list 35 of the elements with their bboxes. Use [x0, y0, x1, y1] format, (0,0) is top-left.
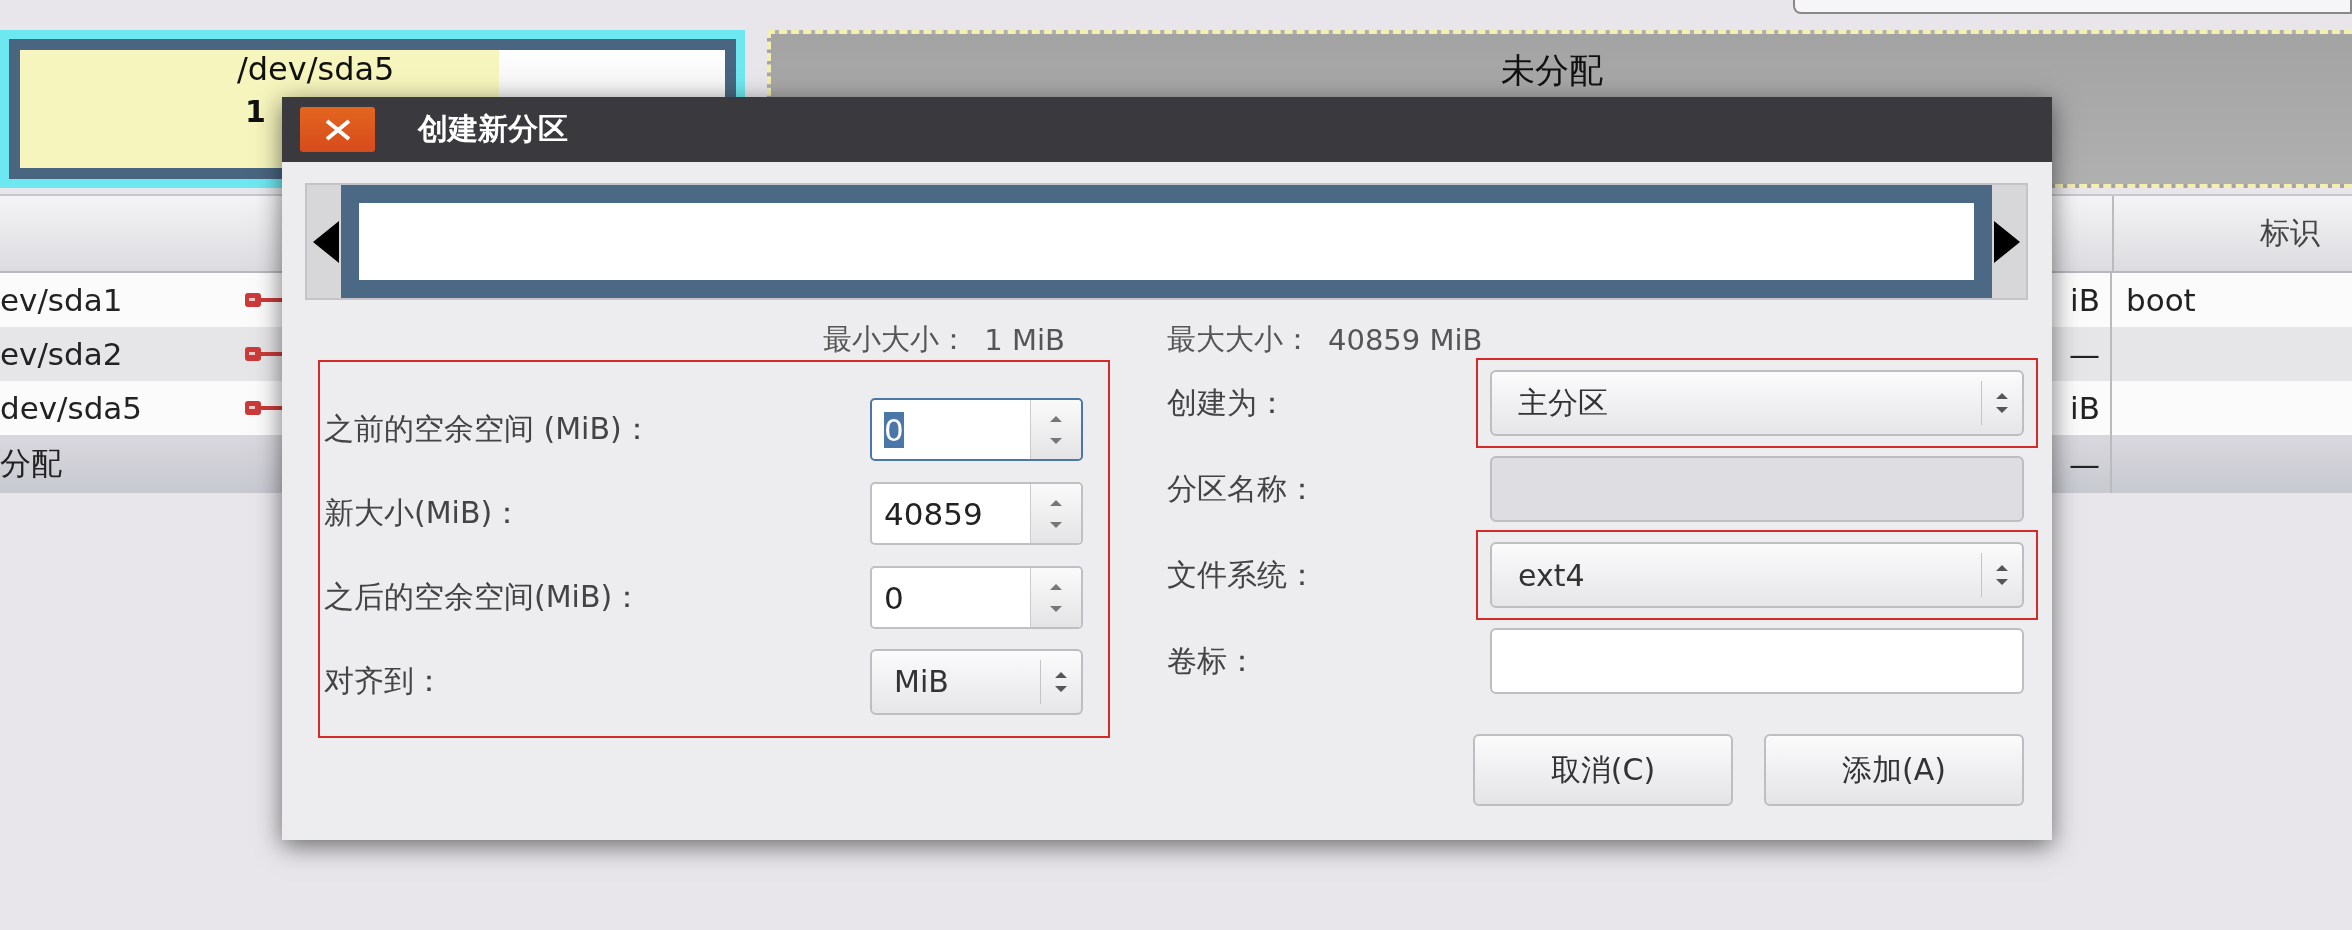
- spin-field[interactable]: 0: [870, 398, 1083, 461]
- max-size-value: 40859 MiB: [1328, 323, 1483, 357]
- close-button[interactable]: [300, 107, 375, 152]
- dropdown[interactable]: MiB: [870, 648, 1083, 715]
- field-label: 之前的空余空间 (MiB)：: [323, 410, 652, 448]
- field-label: 创建为：: [1167, 383, 1287, 422]
- dropdown[interactable]: ext4: [1490, 542, 2024, 608]
- window-title: 创建新分区: [418, 110, 568, 148]
- field-label: 分区名称：: [1167, 469, 1317, 508]
- column-header[interactable]: 标识: [2114, 196, 2352, 271]
- table-cell-text: ev/sda1: [0, 282, 124, 318]
- partition-name: 未分配: [1501, 49, 1603, 92]
- partition-name: /dev/sda5: [237, 51, 395, 87]
- partition-size: 1: [245, 95, 266, 129]
- table-cell-text: dev/sda5: [0, 390, 144, 426]
- text-field[interactable]: [1490, 628, 2024, 694]
- table-cell-text: 分配: [0, 444, 63, 483]
- text-field[interactable]: [1793, 0, 2352, 14]
- min-size-label: 最小大小：: [823, 321, 969, 358]
- right-arrow-icon[interactable]: [1994, 220, 2020, 263]
- field-label: 卷标：: [1167, 641, 1257, 680]
- spin-field[interactable]: 0: [870, 566, 1083, 629]
- dialog-button[interactable]: 取消(C): [1473, 734, 1733, 806]
- max-size-label: 最大大小：: [1167, 321, 1312, 358]
- table-cell-text: ev/sda2: [0, 336, 124, 372]
- field-label: 新大小(MiB)：: [323, 494, 523, 532]
- field-label: 对齐到：: [323, 662, 444, 700]
- field-label: 之后的空余空间(MiB)：: [323, 578, 643, 616]
- table-cell: boot: [2126, 282, 2196, 318]
- spin-field[interactable]: 40859: [870, 482, 1083, 545]
- min-size-value: 1 MiB: [984, 323, 1065, 357]
- dialog-button[interactable]: 添加(A): [1764, 734, 2024, 806]
- field-label: 文件系统：: [1167, 555, 1317, 594]
- dropdown[interactable]: 主分区: [1490, 370, 2024, 436]
- left-arrow-icon[interactable]: [313, 220, 339, 263]
